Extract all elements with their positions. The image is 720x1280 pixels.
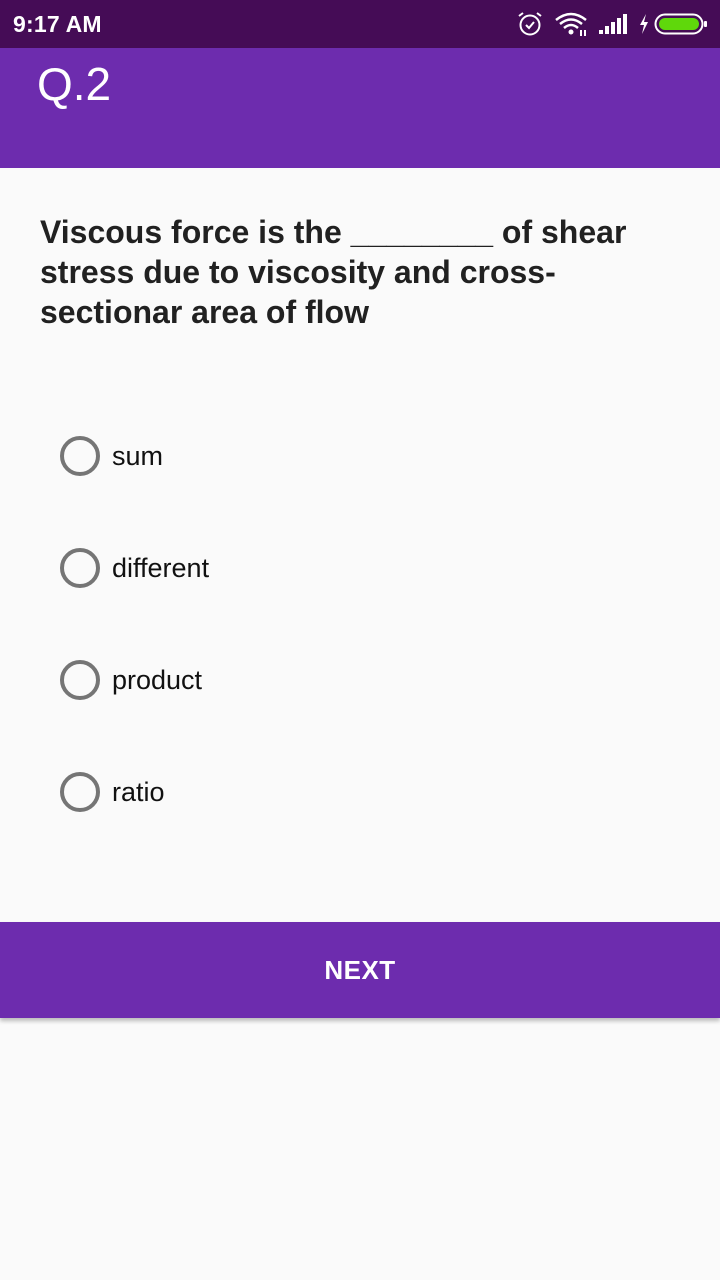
status-time: 9:17 AM — [13, 11, 102, 37]
option-sum[interactable]: sum — [60, 400, 660, 512]
question-text: Viscous force is the ________ of shear s… — [40, 214, 627, 330]
option-different[interactable]: different — [60, 512, 660, 624]
option-label: product — [112, 664, 203, 695]
option-product[interactable]: product — [60, 624, 660, 736]
status-bar: 9:17 AM — [0, 0, 720, 48]
battery-icon — [654, 13, 707, 35]
signal-icon — [599, 14, 627, 34]
page-title: Q.2 — [37, 58, 112, 110]
option-ratio[interactable]: ratio — [60, 736, 660, 848]
status-icons — [506, 10, 708, 38]
radio-button[interactable] — [60, 772, 100, 812]
app-bar: Q.2 — [0, 48, 720, 168]
option-label: ratio — [112, 776, 165, 807]
wifi-icon — [555, 12, 587, 36]
answer-options: sum different product ratio — [60, 400, 660, 848]
charging-icon — [640, 14, 648, 34]
option-label: different — [112, 552, 210, 583]
radio-button[interactable] — [60, 660, 100, 700]
next-button[interactable]: NEXT — [0, 922, 720, 1018]
alarm-icon — [518, 12, 542, 36]
radio-button[interactable] — [60, 436, 100, 476]
radio-button[interactable] — [60, 548, 100, 588]
option-label: sum — [112, 440, 164, 471]
